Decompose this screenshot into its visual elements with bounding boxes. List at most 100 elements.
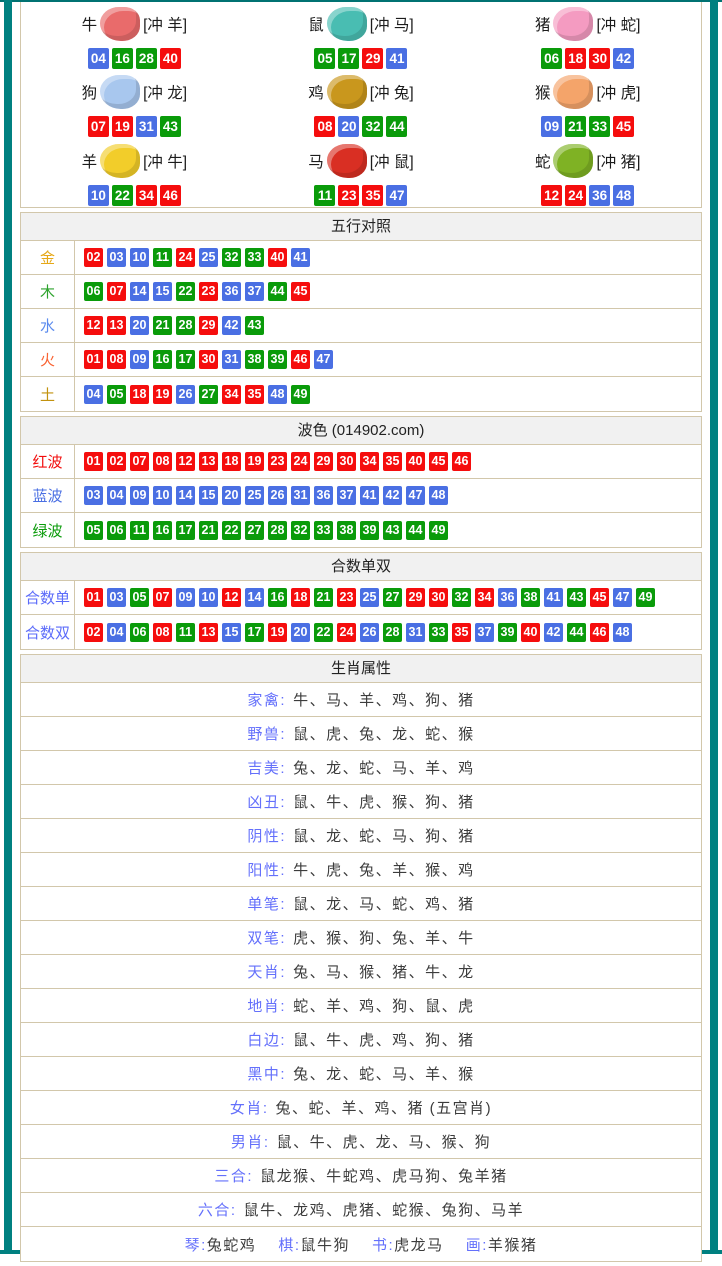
attribute-label: 吉美: — [247, 757, 286, 778]
number-ball-39: 39 — [360, 521, 379, 540]
number-ball-40: 40 — [406, 452, 425, 471]
attribute-value: 鼠龙猴、牛蛇鸡、虎马狗、兔羊猪 — [260, 1165, 508, 1186]
number-ball-02: 02 — [107, 452, 126, 471]
row-numbers: 02031011242532334041 — [75, 241, 312, 274]
number-ball-16: 16 — [153, 521, 172, 540]
five-elements-table: 五行对照 金02031011242532334041木0607141522233… — [20, 212, 702, 412]
number-ball-42: 42 — [613, 48, 634, 69]
number-ball-41: 41 — [360, 486, 379, 505]
number-ball-31: 31 — [406, 623, 425, 642]
attribute-value: 鼠、牛、虎、鸡、狗、猪 — [293, 1029, 475, 1050]
attribute-label: 野兽: — [247, 723, 286, 744]
attribute-value: 牛、马、羊、鸡、狗、猪 — [293, 689, 475, 710]
quad-label: 书: — [372, 1237, 394, 1254]
zodiac-name: 蛇 — [535, 150, 551, 172]
rooster-icon — [327, 75, 367, 109]
attribute-row-阳性: 阳性:牛、虎、兔、羊、猴、鸡 — [21, 853, 701, 887]
number-ball-45: 45 — [613, 116, 634, 137]
quad-value: 羊猴猪 — [488, 1237, 538, 1254]
number-ball-19: 19 — [245, 452, 264, 471]
attribute-label: 天肖: — [247, 961, 286, 982]
row-numbers: 05061116172122272832333839434449 — [75, 513, 450, 547]
number-ball-44: 44 — [567, 623, 586, 642]
number-ball-40: 40 — [268, 248, 287, 267]
section-title-digit-sum: 合数单双 — [21, 553, 701, 581]
number-ball-12: 12 — [84, 316, 103, 335]
number-ball-06: 06 — [107, 521, 126, 540]
number-ball-48: 48 — [613, 623, 632, 642]
page-frame-right — [710, 0, 718, 1254]
number-ball-43: 43 — [160, 116, 181, 137]
number-ball-01: 01 — [84, 452, 103, 471]
number-ball-44: 44 — [386, 116, 407, 137]
quad-group-书: 书:虎龙马 — [372, 1234, 444, 1255]
snake-icon — [553, 144, 593, 178]
quad-label: 琴: — [185, 1237, 207, 1254]
row-numbers: 06071415222336374445 — [75, 275, 312, 308]
monkey-icon — [553, 75, 593, 109]
number-ball-16: 16 — [112, 48, 133, 69]
number-ball-17: 17 — [245, 623, 264, 642]
number-ball-30: 30 — [429, 588, 448, 607]
number-ball-14: 14 — [176, 486, 195, 505]
row-numbers: 0102070812131819232429303435404546 — [75, 445, 473, 478]
zodiac-numbers: 06183042 — [540, 48, 636, 69]
number-ball-46: 46 — [291, 350, 310, 369]
number-ball-38: 38 — [337, 521, 356, 540]
number-ball-45: 45 — [291, 282, 310, 301]
number-ball-12: 12 — [222, 588, 241, 607]
number-ball-34: 34 — [360, 452, 379, 471]
number-ball-24: 24 — [565, 185, 586, 206]
number-ball-01: 01 — [84, 350, 103, 369]
number-ball-44: 44 — [268, 282, 287, 301]
number-ball-19: 19 — [112, 116, 133, 137]
row-numbers: 0204060811131517192022242628313335373940… — [75, 615, 634, 649]
horse-icon — [327, 144, 367, 178]
attribute-label: 阳性: — [247, 859, 286, 880]
number-ball-35: 35 — [362, 185, 383, 206]
zodiac-clash-label: [冲 龙] — [143, 81, 187, 103]
number-ball-12: 12 — [176, 452, 195, 471]
zodiac-cell-马: 马[冲 鼠]11233547 — [248, 139, 475, 207]
number-ball-11: 11 — [130, 521, 149, 540]
table-row-合数单: 合数单0103050709101214161821232527293032343… — [21, 581, 701, 615]
zodiac-numbers: 11233547 — [313, 185, 409, 206]
number-ball-37: 37 — [475, 623, 494, 642]
number-ball-48: 48 — [268, 385, 287, 404]
ox-icon — [100, 7, 140, 41]
pig-icon — [553, 7, 593, 41]
dog-icon — [100, 75, 140, 109]
number-ball-26: 26 — [268, 486, 287, 505]
number-ball-09: 09 — [541, 116, 562, 137]
quad-group-画: 画:羊猴猪 — [466, 1234, 538, 1255]
number-ball-41: 41 — [291, 248, 310, 267]
number-ball-22: 22 — [176, 282, 195, 301]
number-ball-37: 37 — [245, 282, 264, 301]
number-ball-46: 46 — [452, 452, 471, 471]
number-ball-46: 46 — [590, 623, 609, 642]
number-ball-18: 18 — [130, 385, 149, 404]
attribute-value: 鼠、龙、马、蛇、鸡、猪 — [293, 893, 475, 914]
zodiac-name: 猪 — [535, 13, 551, 35]
number-ball-43: 43 — [245, 316, 264, 335]
attribute-label: 双笔: — [247, 927, 286, 948]
zodiac-numbers: 07193143 — [86, 116, 182, 137]
number-ball-23: 23 — [199, 282, 218, 301]
number-ball-07: 07 — [153, 588, 172, 607]
number-ball-04: 04 — [107, 623, 126, 642]
number-ball-41: 41 — [544, 588, 563, 607]
row-label: 木 — [21, 275, 75, 308]
table-row-蓝波: 蓝波03040910141520252631363741424748 — [21, 479, 701, 513]
number-ball-34: 34 — [136, 185, 157, 206]
quad-label: 棋: — [278, 1237, 300, 1254]
number-ball-02: 02 — [84, 623, 103, 642]
zodiac-clash-label: [冲 虎] — [596, 81, 640, 103]
zodiac-name: 马 — [308, 150, 324, 172]
rat-icon — [327, 7, 367, 41]
row-label: 蓝波 — [21, 479, 75, 512]
number-ball-11: 11 — [176, 623, 195, 642]
row-numbers: 03040910141520252631363741424748 — [75, 479, 450, 512]
number-ball-21: 21 — [314, 588, 333, 607]
zodiac-cell-鸡: 鸡[冲 兔]08203244 — [248, 70, 475, 138]
number-ball-28: 28 — [136, 48, 157, 69]
